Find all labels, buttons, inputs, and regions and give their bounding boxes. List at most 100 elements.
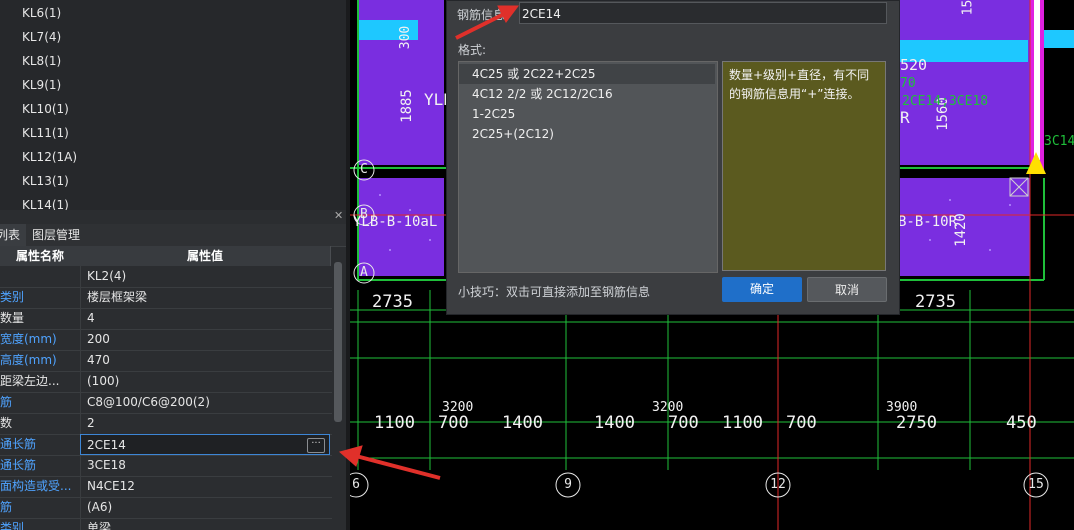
tree-item[interactable]: KL13(1) xyxy=(22,169,69,193)
left-panel: KL6(1) KL7(4) KL8(1) KL9(1) KL10(1) KL11… xyxy=(0,0,346,530)
dimension-text: 1400 xyxy=(502,413,543,433)
property-name: 下部通长筋 xyxy=(0,458,37,472)
property-name: 轴线距梁左边... xyxy=(0,374,60,388)
axis-row-label: A xyxy=(360,265,368,280)
tree-item[interactable]: KL9(1) xyxy=(22,73,61,97)
table-row[interactable]: 定额类别 单梁 xyxy=(0,518,332,530)
table-row[interactable]: 截面高度(mm) 470 xyxy=(0,350,332,372)
dimension-text: 2735 xyxy=(915,292,956,312)
property-name: 结构类别 xyxy=(0,290,25,304)
table-row[interactable]: 截面宽度(mm) 200 xyxy=(0,329,332,351)
property-value[interactable]: 3CE18 xyxy=(80,455,330,476)
beam-strip xyxy=(1040,30,1074,48)
tab-property-list[interactable]: 属性列表 xyxy=(0,224,27,246)
property-value[interactable]: 470 xyxy=(80,350,330,371)
table-row[interactable]: 名称 KL2(4) xyxy=(0,266,332,288)
table-row[interactable]: 箍筋 C8@100/C6@200(2) xyxy=(0,392,332,414)
beam-text: 2CE14;3CE18 xyxy=(902,94,989,109)
property-value[interactable]: C8@100/C6@200(2) xyxy=(80,392,330,413)
property-value[interactable]: 200 xyxy=(80,329,330,350)
rebar-input-dialog: 钢筋信息 2CE14 格式: 4C25 或 2C22+2C25 4C12 2/2… xyxy=(446,0,900,315)
beam-text: 1885 xyxy=(398,89,415,123)
cancel-button[interactable]: 取消 xyxy=(807,277,887,302)
property-value[interactable]: (100) xyxy=(80,371,330,392)
property-name: 截面高度(mm) xyxy=(0,353,57,367)
rebar-info-input[interactable]: 2CE14 xyxy=(519,2,887,24)
beam-text: 3C14 xyxy=(1044,134,1074,149)
format-list: 4C25 或 2C22+2C25 4C12 2/2 或 2C12/2C16 1-… xyxy=(458,61,718,273)
format-description: 数量+级别+直径，有不同的钢筋信息用“+”连接。 xyxy=(722,61,886,271)
ellipsis-button[interactable]: ··· xyxy=(307,438,325,453)
property-name: 拉筋 xyxy=(0,500,13,514)
tree-item[interactable]: KL10(1) xyxy=(22,97,69,121)
property-name: 肢数 xyxy=(0,416,13,430)
property-value[interactable]: 楼层框架梁 xyxy=(80,287,330,308)
property-name: 定额类别 xyxy=(0,521,25,530)
tree-item[interactable]: KL7(4) xyxy=(22,25,61,49)
header-property-name: 属性名称 xyxy=(0,246,81,266)
tree-item[interactable]: KL11(1) xyxy=(22,121,69,145)
table-row[interactable]: 拉筋 (A6) xyxy=(0,497,332,519)
format-label: 格式: xyxy=(458,43,487,57)
property-name: 上部通长筋 xyxy=(0,437,37,451)
tab-layer-manage[interactable]: 图层管理 xyxy=(26,224,86,246)
property-name: 截面宽度(mm) xyxy=(0,332,57,346)
dimension-text: 1400 xyxy=(594,413,635,433)
property-name: 侧面构造或受... xyxy=(0,479,72,493)
panel-tabs: 属性列表 图层管理 xyxy=(0,224,346,247)
property-value[interactable]: 2 xyxy=(80,413,330,434)
dimension-text: 450 xyxy=(1006,413,1037,433)
top-rebar-value-field[interactable]: 2CE14 ··· xyxy=(80,434,330,455)
tree-item[interactable]: KL8(1) xyxy=(22,49,61,73)
close-icon[interactable]: ✕ xyxy=(334,210,344,221)
format-option[interactable]: 4C12 2/2 或 2C12/2C16 xyxy=(459,84,715,104)
property-name: 跨数量 xyxy=(0,311,25,325)
dimension-text: 700 xyxy=(438,413,469,433)
table-row[interactable]: 肢数 2 xyxy=(0,413,332,435)
dimension-text: 1100 xyxy=(374,413,415,433)
beam-tree: KL6(1) KL7(4) KL8(1) KL9(1) KL10(1) KL11… xyxy=(0,0,346,210)
property-value[interactable]: (A6) xyxy=(80,497,330,518)
tip-text: 小技巧：双击可直接添加至钢筋信息 xyxy=(458,285,651,299)
beam-slab xyxy=(898,0,1030,165)
dimension-text: 2750 xyxy=(896,413,937,433)
axis-col-label: 12 xyxy=(770,477,786,492)
table-row[interactable]: 跨数量 4 xyxy=(0,308,332,330)
property-value[interactable]: 单梁 xyxy=(80,518,330,530)
ok-button[interactable]: 确定 xyxy=(722,277,802,302)
tree-item[interactable]: KL6(1) xyxy=(22,1,61,25)
beam-text: 15 xyxy=(960,0,976,16)
dimension-text: 700 xyxy=(786,413,817,433)
grid-lines xyxy=(350,290,1074,470)
dimension-text: 1100 xyxy=(722,413,763,433)
axis-col-label: 6 xyxy=(352,477,360,492)
column-core xyxy=(1034,0,1040,160)
property-value[interactable]: 4 xyxy=(80,308,330,329)
format-option[interactable]: 4C25 或 2C22+2C25 xyxy=(459,64,715,84)
table-row[interactable]: 侧面构造或受... N4CE12 xyxy=(0,476,332,498)
property-name: 箍筋 xyxy=(0,395,13,409)
format-option[interactable]: 2C25+(2C12) xyxy=(459,124,715,144)
axis-col-label: 9 xyxy=(564,477,572,492)
table-row[interactable]: 结构类别 楼层框架梁 xyxy=(0,287,332,309)
table-row[interactable]: 下部通长筋 3CE18 xyxy=(0,455,332,477)
axis-row-label: C xyxy=(360,162,368,177)
beam-text: 70 xyxy=(900,76,916,91)
beam-text: R xyxy=(900,108,910,127)
dimension-text: 700 xyxy=(668,413,699,433)
property-table: 属性名称 属性值 名称 KL2(4) 结构类别 楼层框架梁 跨数量 4 截面宽度… xyxy=(0,246,332,530)
property-value[interactable]: N4CE12 xyxy=(80,476,330,497)
tree-item[interactable]: KL12(1A) xyxy=(22,145,77,169)
rebar-info-label: 钢筋信息 xyxy=(457,8,506,22)
table-row[interactable]: 上部通长筋 2CE14 ··· xyxy=(0,434,332,456)
beam-text: 520 xyxy=(900,56,928,74)
property-value: 2CE14 xyxy=(87,438,126,452)
property-name: 名称 xyxy=(0,266,80,287)
table-row[interactable]: 轴线距梁左边... (100) xyxy=(0,371,332,393)
beam-text: 300 xyxy=(398,25,414,50)
format-option[interactable]: 1-2C25 xyxy=(459,104,715,124)
property-scrollbar[interactable] xyxy=(334,262,342,422)
axis-col-label: 15 xyxy=(1028,477,1044,492)
tree-item[interactable]: KL14(1) xyxy=(22,193,69,210)
property-value[interactable]: KL2(4) xyxy=(80,266,330,287)
